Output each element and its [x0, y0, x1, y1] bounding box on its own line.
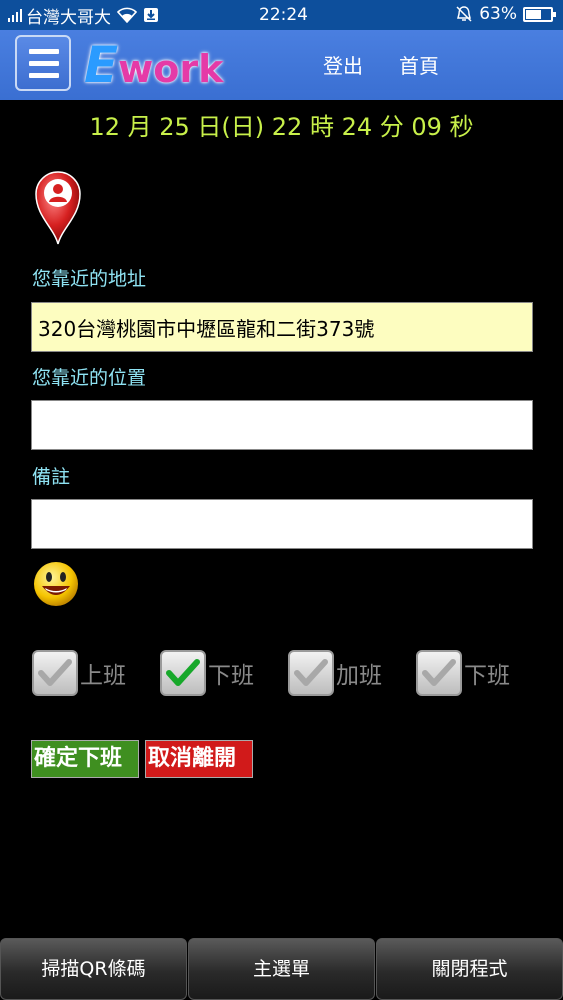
checkbox-label: 上班	[80, 663, 126, 689]
mute-bell-icon	[456, 6, 472, 22]
scan-qr-button[interactable]: 掃描QR條碼	[0, 938, 187, 1000]
checkbox-clock-in[interactable]: 上班	[32, 650, 126, 696]
status-bar: 台灣大哥大 22:24 63%	[0, 0, 563, 30]
location-pin-icon	[35, 171, 81, 245]
checkbox-label: 下班	[208, 663, 254, 689]
note-label: 備註	[32, 466, 71, 488]
app-header: Ework 登出 首頁	[0, 30, 563, 100]
confirm-clock-out-button[interactable]: 確定下班	[31, 740, 139, 778]
ework-logo: Ework	[84, 36, 224, 94]
close-app-button[interactable]: 關閉程式	[376, 938, 563, 1000]
checkbox-overtime-out[interactable]: 下班	[416, 650, 510, 696]
checkbox-label: 加班	[336, 663, 382, 689]
checkbox-icon[interactable]	[32, 650, 78, 696]
cancel-leave-button[interactable]: 取消離開	[145, 740, 253, 778]
status-time: 22:24	[259, 5, 308, 25]
signal-icon	[8, 8, 22, 22]
checkbox-checked-icon[interactable]	[160, 650, 206, 696]
hamburger-menu-button[interactable]	[15, 35, 71, 91]
home-link[interactable]: 首頁	[399, 50, 439, 79]
location-field[interactable]	[31, 400, 533, 450]
checkbox-clock-out[interactable]: 下班	[160, 650, 254, 696]
wifi-icon	[117, 7, 137, 23]
checkbox-icon[interactable]	[416, 650, 462, 696]
address-label: 您靠近的地址	[32, 268, 147, 290]
current-datetime: 12 月 25 日(日) 22 時 24 分 09 秒	[89, 113, 474, 141]
address-field[interactable]: 320台灣桃園市中壢區龍和二街373號	[31, 302, 533, 352]
battery-icon	[523, 6, 556, 22]
note-field[interactable]	[31, 499, 533, 549]
main-menu-button[interactable]: 主選單	[188, 938, 375, 1000]
checkbox-icon[interactable]	[288, 650, 334, 696]
battery-percent: 63%	[479, 4, 517, 24]
location-label: 您靠近的位置	[32, 367, 147, 389]
logout-link[interactable]: 登出	[323, 50, 363, 79]
carrier-name: 台灣大哥大	[26, 7, 111, 28]
checkbox-overtime[interactable]: 加班	[288, 650, 382, 696]
bottom-bar: 掃描QR條碼 主選單 關閉程式	[0, 938, 563, 1000]
download-icon	[144, 8, 158, 22]
checkbox-label: 下班	[464, 663, 510, 689]
smiley-icon	[34, 562, 78, 606]
